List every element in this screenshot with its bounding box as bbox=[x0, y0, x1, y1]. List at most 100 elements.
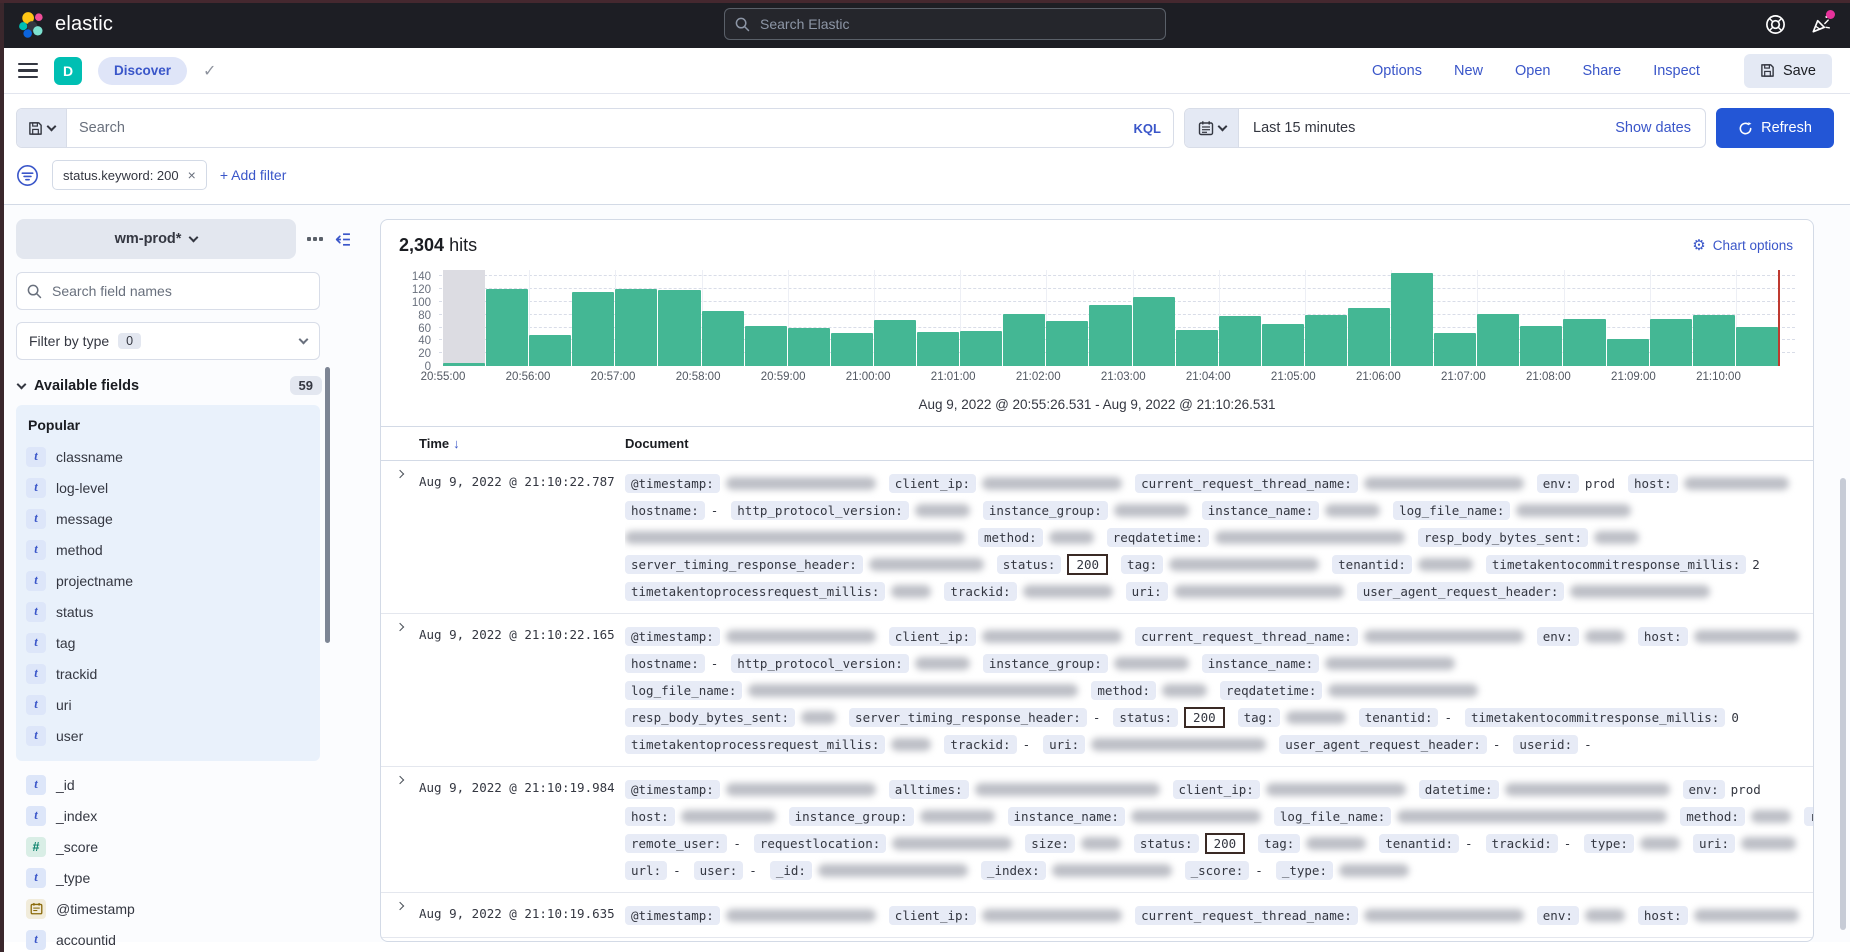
expand-row-button[interactable] bbox=[381, 470, 419, 605]
histogram-bar[interactable] bbox=[1434, 333, 1476, 366]
field-label-pill[interactable]: resp_body_bytes_sent: bbox=[1418, 528, 1588, 547]
field-item-log-level[interactable]: tlog-level bbox=[26, 472, 310, 503]
field-label-pill[interactable]: _type: bbox=[1276, 861, 1333, 880]
remove-filter-icon[interactable]: × bbox=[188, 167, 196, 183]
histogram-bar-slot[interactable] bbox=[615, 270, 657, 366]
space-avatar[interactable]: D bbox=[54, 57, 82, 85]
histogram-bar-slot[interactable] bbox=[1305, 270, 1347, 366]
field-item-projectname[interactable]: tprojectname bbox=[26, 565, 310, 596]
field-label-pill[interactable]: uri: bbox=[1043, 735, 1085, 754]
histogram-bar-slot[interactable] bbox=[572, 270, 614, 366]
field-label-pill[interactable]: reqdatetime: bbox=[1220, 681, 1322, 700]
histogram-bar-slot[interactable] bbox=[1520, 270, 1562, 366]
field-label-pill[interactable]: tenantid: bbox=[1379, 834, 1459, 853]
field-label-pill[interactable]: type: bbox=[1584, 834, 1634, 853]
field-label-pill[interactable]: reqdatetime: bbox=[1107, 528, 1209, 547]
histogram-bar[interactable] bbox=[702, 311, 744, 366]
index-pattern-selector[interactable]: wm-prod* bbox=[16, 219, 296, 259]
field-label-pill[interactable]: _score: bbox=[1185, 861, 1250, 880]
field-label-pill[interactable]: trackid: bbox=[944, 735, 1016, 754]
histogram-bar-slot[interactable] bbox=[831, 270, 873, 366]
histogram-bar-slot[interactable] bbox=[529, 270, 571, 366]
histogram-bar[interactable] bbox=[486, 289, 528, 366]
histogram-bar[interactable] bbox=[1262, 324, 1304, 366]
histogram-bar[interactable] bbox=[529, 335, 571, 366]
field-label-pill[interactable]: instance_group: bbox=[983, 654, 1108, 673]
field-label-pill[interactable]: @timestamp: bbox=[625, 627, 720, 646]
field-label-pill[interactable]: @timestamp: bbox=[625, 780, 720, 799]
field-label-pill[interactable]: alltimes: bbox=[889, 780, 969, 799]
histogram-bar-slot[interactable] bbox=[1046, 270, 1088, 366]
histogram-bar[interactable] bbox=[658, 290, 700, 366]
field-label-pill[interactable]: current_request_thread_name: bbox=[1135, 474, 1358, 493]
field-label-pill[interactable]: tenantid: bbox=[1332, 555, 1412, 574]
histogram-bar-slot[interactable] bbox=[443, 270, 485, 366]
field-label-pill[interactable]: env: bbox=[1537, 627, 1579, 646]
field-label-pill[interactable]: server_timing_response_header: bbox=[625, 555, 863, 574]
field-label-pill[interactable]: trackid: bbox=[944, 582, 1016, 601]
news-party-icon[interactable] bbox=[1810, 13, 1832, 35]
field-label-pill[interactable]: @timestamp: bbox=[625, 906, 720, 925]
histogram-bar-slot[interactable] bbox=[1736, 270, 1778, 366]
histogram-bar[interactable] bbox=[1219, 316, 1261, 366]
expand-row-button[interactable] bbox=[381, 623, 419, 758]
show-dates-link[interactable]: Show dates bbox=[1601, 120, 1705, 136]
histogram-bar[interactable] bbox=[1305, 315, 1347, 366]
filter-pill-status-keyword[interactable]: status.keyword: 200 × bbox=[52, 160, 207, 190]
field-label-pill[interactable]: method: bbox=[978, 528, 1043, 547]
histogram-bar-slot[interactable] bbox=[917, 270, 959, 366]
histogram-bar[interactable] bbox=[1046, 321, 1088, 366]
query-input[interactable] bbox=[67, 120, 1122, 136]
expand-row-button[interactable] bbox=[381, 776, 419, 884]
nav-menu-item-options[interactable]: Options bbox=[1372, 63, 1422, 79]
histogram-bar-slot[interactable] bbox=[486, 270, 528, 366]
field-item-method[interactable]: tmethod bbox=[26, 534, 310, 565]
field-label-pill[interactable]: resp_body_bytes_sent: bbox=[625, 708, 795, 727]
histogram-bar-slot[interactable] bbox=[1348, 270, 1390, 366]
field-label-pill[interactable]: instance_group: bbox=[789, 807, 914, 826]
field-item-user[interactable]: tuser bbox=[26, 720, 310, 751]
histogram-bar[interactable] bbox=[1607, 339, 1649, 366]
nav-menu-item-new[interactable]: New bbox=[1454, 63, 1483, 79]
field-label-pill[interactable]: tag: bbox=[1121, 555, 1163, 574]
field-label-pill[interactable]: host: bbox=[625, 807, 675, 826]
field-label-pill[interactable]: url: bbox=[625, 861, 667, 880]
field-label-pill[interactable]: user_agent_request_header: bbox=[1279, 735, 1487, 754]
field-label-pill[interactable]: client_ip: bbox=[889, 627, 976, 646]
histogram-bar[interactable] bbox=[1003, 314, 1045, 366]
field-label-pill[interactable]: server_timing_response_header: bbox=[849, 708, 1087, 727]
field-label-pill[interactable]: uri: bbox=[1126, 582, 1168, 601]
field-item-trackid[interactable]: ttrackid bbox=[26, 658, 310, 689]
field-label-pill[interactable]: timetakentoprocessrequest_millis: bbox=[625, 735, 885, 754]
field-label-pill[interactable]: client_ip: bbox=[889, 906, 976, 925]
field-label-pill[interactable]: client_ip: bbox=[889, 474, 976, 493]
field-label-pill[interactable]: user: bbox=[694, 861, 744, 880]
field-label-pill[interactable]: @timestamp: bbox=[625, 474, 720, 493]
field-label-pill[interactable]: hostname: bbox=[625, 501, 705, 520]
field-label-pill[interactable]: instance_group: bbox=[983, 501, 1108, 520]
chart-options-button[interactable]: ⚙ Chart options bbox=[1692, 238, 1793, 253]
histogram-bar[interactable] bbox=[1089, 305, 1131, 366]
histogram-bar[interactable] bbox=[1477, 314, 1519, 366]
nav-menu-item-open[interactable]: Open bbox=[1515, 63, 1550, 79]
histogram-bar[interactable] bbox=[745, 326, 787, 366]
field-label-pill[interactable]: host: bbox=[1638, 627, 1688, 646]
histogram-bar-slot[interactable] bbox=[702, 270, 744, 366]
field-label-pill[interactable]: env: bbox=[1537, 906, 1579, 925]
histogram-bar-slot[interactable] bbox=[1219, 270, 1261, 366]
field-label-pill[interactable]: uri: bbox=[1693, 834, 1735, 853]
field-label-pill[interactable]: instance_name: bbox=[1008, 807, 1125, 826]
field-label-pill[interactable]: tenantid: bbox=[1359, 708, 1439, 727]
histogram-bar-slot[interactable] bbox=[1563, 270, 1605, 366]
histogram-bar[interactable] bbox=[960, 331, 1002, 366]
field-label-pill[interactable]: timetakentocommitresponse_millis: bbox=[1486, 555, 1746, 574]
filter-menu-icon[interactable] bbox=[16, 164, 39, 187]
histogram-bar[interactable] bbox=[1133, 297, 1175, 366]
histogram-bar-slot[interactable] bbox=[1650, 270, 1692, 366]
field-label-pill[interactable]: trackid: bbox=[1486, 834, 1558, 853]
histogram-bar[interactable] bbox=[1348, 308, 1390, 366]
field-label-pill[interactable]: tag: bbox=[1258, 834, 1300, 853]
sidebar-scrollbar[interactable] bbox=[325, 367, 330, 643]
field-label-pill[interactable]: status: bbox=[1113, 708, 1178, 727]
field-item-status[interactable]: tstatus bbox=[26, 596, 310, 627]
